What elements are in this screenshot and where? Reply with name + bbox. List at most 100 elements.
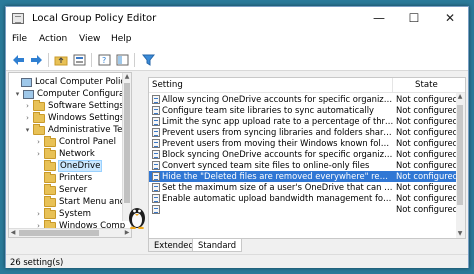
folder-icon (33, 123, 45, 135)
tree-item-label: Server (59, 185, 88, 195)
list-item-selected[interactable]: Hide the "Deleted files are removed ever… (149, 171, 465, 182)
expand-icon[interactable]: › (23, 102, 32, 110)
title-bar[interactable]: Local Group Policy Editor — ☐ ✕ (6, 7, 468, 31)
folder-up-icon[interactable] (53, 52, 69, 67)
expand-icon[interactable]: › (34, 150, 43, 158)
setting-state: Not configured (396, 171, 458, 181)
scroll-thumb[interactable] (124, 83, 130, 203)
scroll-up-icon[interactable]: ▲ (123, 73, 131, 81)
setting-name: Limit the sync app upload rate to a perc… (162, 116, 394, 126)
column-header-state[interactable]: State (415, 80, 438, 90)
setting-name: Prevent users from syncing libraries and… (162, 127, 394, 137)
setting-state: Not configured (396, 127, 458, 137)
folder-icon (44, 207, 56, 219)
tree-item-computer-configuration[interactable]: ▾ Computer Configurati (13, 88, 130, 100)
help-icon[interactable]: ? (96, 52, 112, 67)
tree-item-local-computer-policy[interactable]: Local Computer Policy (11, 76, 130, 88)
policy-setting-icon (152, 106, 160, 115)
expand-icon[interactable]: › (23, 114, 32, 122)
scroll-up-icon[interactable]: ▲ (456, 93, 464, 101)
expand-icon[interactable]: › (34, 210, 43, 218)
window-title: Local Group Policy Editor (32, 13, 157, 24)
maximize-button[interactable]: ☐ (397, 7, 431, 29)
toolbar-separator (48, 53, 49, 67)
folder-open-icon (44, 159, 56, 171)
setting-name: Convert synced team site files to online… (162, 160, 370, 170)
setting-name: Enable automatic upload bandwidth manage… (162, 193, 394, 203)
tree-item-windows-settings[interactable]: › Windows Settings (23, 111, 124, 124)
policy-editor-icon (12, 13, 24, 24)
back-icon[interactable] (10, 52, 26, 67)
status-bar: 26 setting(s) (6, 254, 468, 268)
setting-name: Configure team site libraries to sync au… (162, 105, 374, 115)
policy-setting-icon (152, 95, 160, 104)
menu-file[interactable]: File (12, 34, 27, 44)
tree-item-administrative-templates[interactable]: ▾ Administrative Tem (23, 123, 131, 136)
list-item[interactable]: Limit the sync app upload rate to a perc… (149, 116, 465, 127)
tree-item-printers[interactable]: Printers (34, 171, 92, 184)
minimize-button[interactable]: — (362, 7, 396, 29)
folder-icon (44, 195, 56, 207)
list-item[interactable]: Prevent users from moving their Windows … (149, 138, 465, 149)
list-item[interactable]: Set the maximum size of a user's OneDriv… (149, 182, 465, 193)
tree-item-start-menu[interactable]: Start Menu and (34, 195, 125, 208)
tree-item-onedrive[interactable]: OneDrive (34, 159, 103, 172)
menu-help[interactable]: Help (111, 34, 132, 44)
list-item[interactable]: Enable automatic upload bandwidth manage… (149, 193, 465, 204)
list-header: Setting State (149, 78, 465, 93)
setting-name: Block syncing OneDrive accounts for spec… (162, 149, 394, 159)
policy-setting-icon (152, 150, 160, 159)
scroll-thumb[interactable] (457, 105, 463, 205)
tree-vertical-scrollbar[interactable]: ▲ (122, 73, 131, 221)
list-item[interactable]: Convert synced team site files to online… (149, 160, 465, 171)
column-divider[interactable] (392, 78, 393, 93)
tree-item-label: Control Panel (59, 137, 116, 147)
setting-name: Allow syncing OneDrive accounts for spec… (162, 94, 394, 104)
properties-icon[interactable] (71, 52, 87, 67)
folder-icon (44, 147, 56, 159)
policy-setting-icon (152, 117, 160, 126)
tree-item-network[interactable]: › Network (34, 147, 95, 160)
close-button[interactable]: ✕ (433, 7, 467, 29)
penguin-watermark-icon (129, 208, 145, 229)
scroll-left-icon[interactable]: ◀ (9, 229, 17, 237)
list-item[interactable]: Not configured (149, 204, 465, 215)
list-item[interactable]: Prevent users from syncing libraries and… (149, 127, 465, 138)
column-header-setting[interactable]: Setting (152, 80, 183, 90)
settings-list[interactable]: Setting State Allow syncing OneDrive acc… (148, 77, 466, 239)
menu-view[interactable]: View (79, 34, 100, 44)
tree-item-label: Software Settings (48, 101, 124, 111)
computer-icon (21, 77, 32, 87)
scroll-thumb[interactable] (19, 230, 99, 236)
expand-icon[interactable]: › (34, 138, 43, 146)
tab-standard[interactable]: Standard (192, 239, 243, 252)
show-hide-tree-icon[interactable] (114, 52, 130, 67)
tree-item-label: Local Computer Policy (35, 77, 131, 87)
setting-state: Not configured (396, 193, 458, 203)
toolbar: ? (6, 49, 468, 71)
list-item[interactable]: Block syncing OneDrive accounts for spec… (149, 149, 465, 160)
setting-state: Not configured (396, 149, 458, 159)
setting-name: Set the maximum size of a user's OneDriv… (162, 182, 394, 192)
tree-item-system[interactable]: › System (34, 207, 91, 220)
tree-item-server[interactable]: Server (34, 183, 88, 196)
collapse-icon[interactable]: ▾ (23, 126, 32, 134)
forward-icon[interactable] (28, 52, 44, 67)
filter-icon[interactable] (140, 52, 156, 67)
setting-state: Not configured (396, 116, 458, 126)
collapse-icon[interactable]: ▾ (13, 90, 22, 98)
setting-name: Prevent users from moving their Windows … (162, 138, 394, 148)
tree-item-software-settings[interactable]: › Software Settings (23, 99, 124, 112)
tree-item-label: Computer Configurati (37, 89, 131, 99)
list-item[interactable]: Configure team site libraries to sync au… (149, 105, 465, 116)
policy-setting-icon (152, 183, 160, 192)
tree-horizontal-scrollbar[interactable]: ◀ ▶ (9, 228, 131, 237)
tree-item-control-panel[interactable]: › Control Panel (34, 135, 116, 148)
policy-setting-icon (152, 139, 160, 148)
scroll-down-icon[interactable]: ▼ (456, 230, 464, 238)
navigation-tree[interactable]: Local Computer Policy ▾ Computer Configu… (8, 72, 132, 238)
menu-action[interactable]: Action (39, 34, 67, 44)
list-item[interactable]: Allow syncing OneDrive accounts for spec… (149, 94, 465, 105)
scroll-right-icon[interactable]: ▶ (123, 229, 131, 237)
list-vertical-scrollbar[interactable]: ▲ ▼ (456, 93, 465, 238)
